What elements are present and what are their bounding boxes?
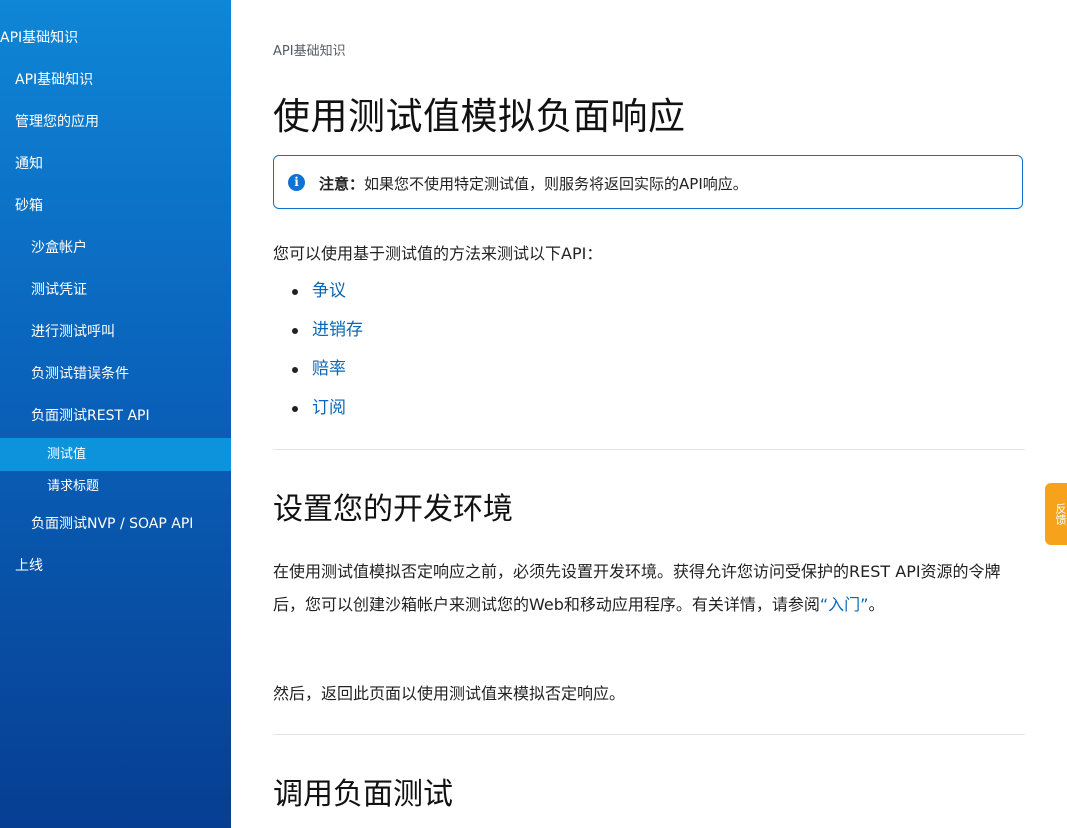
page: API基础知识 API基础知识 管理您的应用 通知 砂箱 沙盒帐户 测试凭证 进… — [0, 0, 1067, 828]
section-heading-negative-testing: 调用负面测试 — [273, 777, 453, 812]
sidebar-item-manage-apps[interactable]: 管理您的应用 — [0, 105, 231, 139]
feedback-tab[interactable]: 反馈 — [1045, 483, 1067, 545]
dev-env-end: 。 — [868, 595, 885, 614]
list-item: 订阅 — [273, 395, 363, 434]
intro-text: 您可以使用基于测试值的方法来测试以下API： — [273, 244, 603, 263]
api-list: 争议 进销存 赔率 订阅 — [273, 278, 363, 434]
dev-env-paragraph: 在使用测试值模拟否定响应之前，必须先设置开发环境。获得允许您访问受保护的REST… — [273, 555, 1025, 621]
sidebar-item-test-credentials[interactable]: 测试凭证 — [0, 273, 231, 307]
note-label: 注意： — [319, 175, 365, 193]
note-callout: i 注意：如果您不使用特定测试值，则服务将返回实际的API响应。 — [273, 155, 1023, 209]
sidebar-item-sandbox-accounts[interactable]: 沙盒帐户 — [0, 231, 231, 265]
divider — [273, 734, 1025, 735]
sidebar-item-negative-rest-api[interactable]: 负面测试REST API — [0, 399, 231, 433]
sidebar-item-go-live[interactable]: 上线 — [0, 549, 231, 583]
sidebar-item-negative-nvp-soap-api[interactable]: 负面测试NVP / SOAP API — [0, 507, 231, 541]
list-item: 争议 — [273, 278, 363, 317]
sidebar-item-negative-error-conditions[interactable]: 负测试错误条件 — [0, 357, 231, 391]
link-invoicing[interactable]: 进销存 — [312, 320, 363, 340]
list-item: 进销存 — [273, 317, 363, 356]
note-body: 如果您不使用特定测试值，则服务将返回实际的API响应。 — [364, 175, 748, 193]
sidebar-item-sandbox[interactable]: 砂箱 — [0, 189, 231, 223]
return-paragraph: 然后，返回此页面以使用测试值来模拟否定响应。 — [273, 684, 626, 703]
info-icon: i — [288, 174, 305, 191]
sidebar-item-api-basics-root[interactable]: API基础知识 — [0, 21, 231, 55]
link-subscriptions[interactable]: 订阅 — [312, 398, 346, 418]
sidebar-item-api-basics[interactable]: API基础知识 — [0, 63, 231, 97]
breadcrumb[interactable]: API基础知识 — [273, 40, 346, 59]
sidebar: API基础知识 API基础知识 管理您的应用 通知 砂箱 沙盒帐户 测试凭证 进… — [0, 0, 231, 828]
sidebar-item-test-values[interactable]: 测试值 — [0, 438, 231, 471]
link-rates[interactable]: 赔率 — [312, 359, 346, 379]
note-text: 注意：如果您不使用特定测试值，则服务将返回实际的API响应。 — [319, 173, 748, 194]
section-heading-dev-env: 设置您的开发环境 — [273, 492, 513, 527]
link-disputes[interactable]: 争议 — [312, 281, 346, 301]
sidebar-item-test-calls[interactable]: 进行测试呼叫 — [0, 315, 231, 349]
sidebar-item-notifications[interactable]: 通知 — [0, 147, 231, 181]
page-title: 使用测试值模拟负面响应 — [273, 95, 686, 138]
link-getting-started[interactable]: “入门” — [820, 595, 869, 614]
divider — [273, 449, 1025, 450]
sidebar-item-request-headers[interactable]: 请求标题 — [0, 470, 231, 504]
list-item: 赔率 — [273, 356, 363, 395]
dev-env-text: 在使用测试值模拟否定响应之前，必须先设置开发环境。获得允许您访问受保护的REST… — [273, 562, 1001, 614]
